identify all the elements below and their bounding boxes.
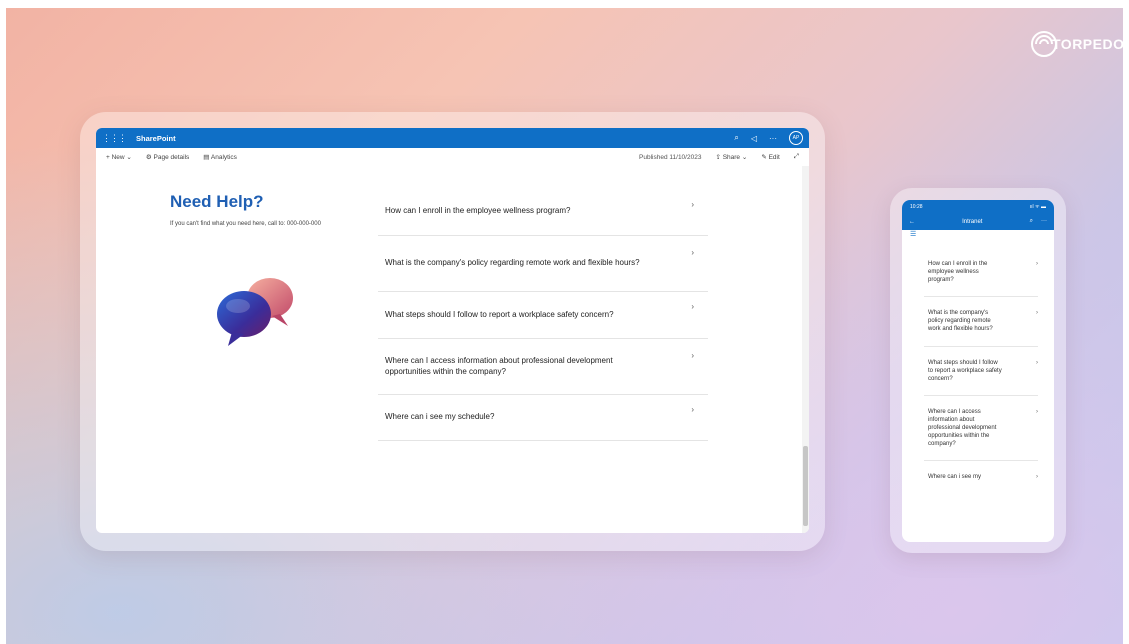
faq-question: Where can I access information about pro… bbox=[385, 355, 613, 376]
phone-nav-title: Intranet bbox=[962, 218, 983, 225]
phone-status-bar: 10:28 ııl ᯤ ▬ bbox=[902, 200, 1054, 213]
share-button[interactable]: ⇪ Share ⌄ bbox=[715, 153, 747, 161]
list-item-question: What is the company's policy regarding r… bbox=[928, 310, 993, 333]
list-item[interactable]: What steps should I follow to report a w… bbox=[924, 347, 1038, 396]
faq-item[interactable]: What is the company's policy regarding r… bbox=[378, 236, 708, 292]
faq-list: How can I enroll in the employee wellnes… bbox=[378, 188, 708, 441]
chevron-down-icon: ⌄ bbox=[741, 154, 748, 161]
page-details-label: Page details bbox=[153, 154, 190, 161]
published-status: Published 11/10/2023 bbox=[639, 153, 702, 161]
faq-item[interactable]: What steps should I follow to report a w… bbox=[378, 292, 708, 339]
app-title[interactable]: SharePoint bbox=[136, 134, 176, 143]
faq-item[interactable]: Where can i see my schedule? › bbox=[378, 395, 708, 441]
command-bar: + New ⌄ ⚙ Page details ▤ Analytics Publi… bbox=[96, 148, 809, 166]
more-options-icon[interactable]: ··· bbox=[769, 134, 777, 143]
new-label: + New bbox=[106, 154, 125, 161]
search-icon[interactable]: ⌕ bbox=[734, 133, 738, 143]
phone-screen: 10:28 ııl ᯤ ▬ ← Intranet ⌕ ··· ☰ How can… bbox=[902, 200, 1054, 542]
list-item[interactable]: How can I enroll in the employee wellnes… bbox=[924, 248, 1038, 298]
signal-battery-icon: ııl ᯤ ▬ bbox=[1029, 203, 1046, 210]
megaphone-icon[interactable]: ◁ bbox=[751, 134, 757, 143]
page-content: Need Help? If you can't find what you ne… bbox=[96, 166, 809, 533]
chevron-right-icon: › bbox=[1036, 474, 1038, 481]
chevron-right-icon: › bbox=[691, 302, 694, 311]
analytics-button[interactable]: ▤ Analytics bbox=[203, 153, 237, 161]
faq-question: What steps should I follow to report a w… bbox=[385, 309, 614, 319]
chevron-right-icon: › bbox=[691, 351, 694, 360]
list-item[interactable]: Where can i see my › bbox=[924, 461, 1038, 493]
avatar[interactable]: AP bbox=[789, 131, 803, 145]
chevron-right-icon: › bbox=[1036, 408, 1038, 415]
faq-item[interactable]: Where can I access information about pro… bbox=[378, 339, 708, 395]
brand-logo: TORPEDO bbox=[1030, 30, 1123, 58]
app-launcher-icon[interactable]: ⋮⋮⋮ bbox=[102, 133, 127, 144]
list-item-question: Where can I access information about pro… bbox=[928, 408, 997, 448]
phone-faq-list: How can I enroll in the employee wellnes… bbox=[902, 248, 1054, 493]
background: TORPEDO ⋮⋮⋮ SharePoint ⌕ ◁ ··· AP + New … bbox=[6, 8, 1123, 644]
faq-question: How can I enroll in the employee wellnes… bbox=[385, 206, 571, 216]
list-item-question: What steps should I follow to report a w… bbox=[928, 359, 1002, 382]
edit-label: Edit bbox=[768, 154, 780, 161]
help-subtext: If you can't find what you need here, ca… bbox=[170, 221, 321, 227]
chevron-right-icon: › bbox=[691, 405, 694, 414]
tablet-frame: ⋮⋮⋮ SharePoint ⌕ ◁ ··· AP + New ⌄ ⚙ Page… bbox=[80, 112, 825, 551]
list-item-question: How can I enroll in the employee wellnes… bbox=[928, 261, 988, 284]
page-details-button[interactable]: ⚙ Page details bbox=[146, 153, 189, 161]
phone-time: 10:28 bbox=[910, 203, 923, 210]
brand-name: TORPEDO bbox=[1052, 36, 1123, 52]
faq-question: Where can i see my schedule? bbox=[385, 412, 495, 422]
hamburger-menu-icon[interactable]: ☰ bbox=[902, 230, 1054, 240]
analytics-label: Analytics bbox=[210, 154, 237, 161]
chat-bubbles-icon bbox=[217, 278, 293, 346]
chevron-right-icon: › bbox=[1036, 310, 1038, 317]
page-title: Need Help? bbox=[170, 192, 264, 211]
chevron-right-icon: › bbox=[1036, 359, 1038, 366]
pencil-icon: ✎ bbox=[761, 154, 767, 161]
chart-icon: ▤ bbox=[203, 154, 210, 161]
chevron-right-icon: › bbox=[1036, 261, 1038, 267]
chevron-right-icon: › bbox=[691, 248, 694, 257]
edit-button[interactable]: ✎ Edit bbox=[761, 153, 779, 161]
scrollbar-thumb[interactable] bbox=[803, 446, 808, 526]
tablet-screen: ⋮⋮⋮ SharePoint ⌕ ◁ ··· AP + New ⌄ ⚙ Page… bbox=[96, 128, 809, 533]
suite-bar: ⋮⋮⋮ SharePoint ⌕ ◁ ··· AP bbox=[96, 128, 809, 148]
faq-question: What is the company's policy regarding r… bbox=[385, 258, 640, 268]
more-options-icon[interactable]: ··· bbox=[1041, 218, 1047, 225]
phone-frame: 10:28 ııl ᯤ ▬ ← Intranet ⌕ ··· ☰ How can… bbox=[890, 188, 1066, 553]
scrollbar[interactable] bbox=[802, 166, 809, 533]
list-item[interactable]: What is the company's policy regarding r… bbox=[924, 297, 1038, 347]
phone-nav-bar: ← Intranet ⌕ ··· bbox=[902, 213, 1054, 230]
new-button[interactable]: + New ⌄ bbox=[106, 153, 132, 161]
expand-icon[interactable]: ⤢ bbox=[794, 153, 799, 161]
search-icon[interactable]: ⌕ bbox=[1030, 218, 1033, 225]
list-item-question: Where can i see my bbox=[928, 474, 982, 481]
chevron-down-icon: ⌄ bbox=[126, 154, 132, 161]
gear-icon: ⚙ bbox=[145, 154, 152, 161]
chevron-right-icon: › bbox=[691, 200, 694, 209]
share-label: Share bbox=[722, 154, 741, 161]
list-item[interactable]: Where can I access information about pro… bbox=[924, 396, 1038, 462]
share-icon: ⇪ bbox=[715, 154, 721, 161]
faq-item[interactable]: How can I enroll in the employee wellnes… bbox=[378, 188, 708, 236]
